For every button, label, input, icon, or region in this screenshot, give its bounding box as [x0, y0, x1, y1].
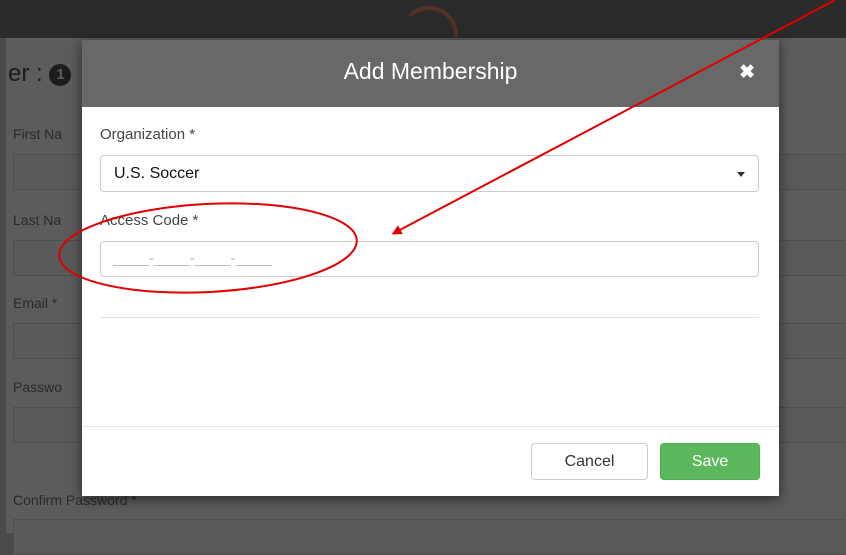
save-button[interactable]: Save — [660, 443, 760, 480]
footer-divider — [82, 426, 779, 427]
organization-selected-value: U.S. Soccer — [114, 165, 200, 182]
step-badge: 1 — [49, 64, 72, 86]
caret-down-icon — [737, 172, 745, 177]
add-membership-modal: Add Membership ✖ Organization * U.S. Soc… — [82, 40, 779, 496]
cancel-button[interactable]: Cancel — [531, 443, 648, 480]
top-bar — [0, 0, 846, 64]
email-label: Email * — [13, 295, 58, 311]
first-name-label: First Na — [13, 126, 62, 142]
last-name-label: Last Na — [13, 212, 62, 228]
organization-select[interactable]: U.S. Soccer — [100, 155, 759, 192]
confirm-password-input — [13, 519, 846, 555]
divider — [100, 317, 759, 318]
access-code-input[interactable] — [100, 241, 759, 277]
modal-title: Add Membership — [343, 58, 518, 84]
page-title-text: er : — [8, 60, 43, 87]
modal-header: Add Membership ✖ — [82, 40, 779, 107]
close-icon[interactable]: ✖ — [739, 61, 755, 84]
organization-label: Organization * — [100, 126, 196, 143]
page-title: er : 1 — [8, 60, 72, 88]
access-code-label: Access Code * — [100, 212, 199, 229]
password-label: Passwo — [13, 379, 63, 395]
